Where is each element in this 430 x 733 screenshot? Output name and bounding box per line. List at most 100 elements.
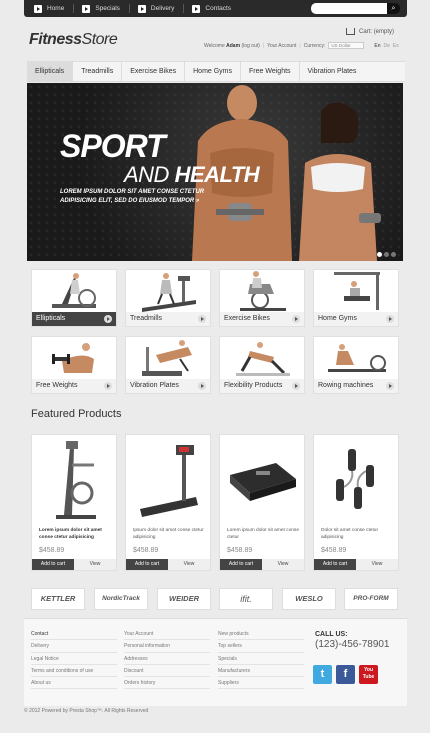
main-nav: Ellipticals Treadmills Exercise Bikes Ho… (27, 61, 405, 82)
lang-en[interactable]: En (374, 43, 380, 49)
brand-ifit[interactable]: ifit. (219, 588, 273, 610)
category-rowing-machines[interactable]: Rowing machines (313, 336, 399, 394)
home-gym-image (334, 272, 380, 310)
footer-link[interactable]: Terms and conditions of use (31, 665, 117, 678)
product-actions: Add to cart View (126, 559, 210, 570)
slider-dot[interactable] (384, 252, 389, 257)
product-description: Ipsum dolor sit amet conse ctetur adipis… (133, 528, 204, 540)
welcome-text: Welcome (204, 42, 225, 49)
brand-kettler[interactable]: KETTLER (31, 588, 85, 610)
view-button[interactable]: View (262, 559, 304, 570)
banner-subtitle[interactable]: LOREM IPSUM DOLOR SIT AMET CONSE CTETUR … (60, 188, 235, 206)
language-selector[interactable]: En De Es (374, 43, 401, 49)
search-input[interactable]: ⌕ (311, 3, 400, 14)
category-treadmills[interactable]: Treadmills (125, 269, 211, 327)
brand-weslo[interactable]: WESLO (282, 588, 336, 610)
banner-title-2: AND HEALTH (124, 162, 260, 188)
brand-nordictrack[interactable]: NordicTrack (94, 588, 148, 610)
product-card[interactable]: Lorem ipsum dolor sit amet conse ctetur … (219, 434, 305, 571)
phone-number: (123)-456-78901 (315, 639, 390, 650)
view-button[interactable]: View (356, 559, 398, 570)
footer-link[interactable]: New products (218, 628, 304, 641)
lang-de[interactable]: De (384, 43, 390, 49)
brand-proform[interactable]: PRO-FORM (344, 588, 398, 610)
logo-part2: Store (81, 31, 118, 48)
slider-dot[interactable] (377, 252, 382, 257)
footer-link[interactable]: Specials (218, 653, 304, 665)
cart-button[interactable]: Cart: (empty) (346, 28, 394, 35)
cart-label: Cart: (359, 28, 373, 35)
product-card[interactable]: Lorem ipsum dolor sit amet conse ctetur … (31, 434, 117, 571)
topnav-specials[interactable]: Specials (82, 4, 130, 13)
category-free-weights[interactable]: Free Weights (31, 336, 117, 394)
product-card[interactable]: Ipsum dolor sit amet conse ctetur adipis… (125, 434, 211, 571)
product-description: Lorem ipsum dolor sit amet conse ctetur … (39, 528, 102, 540)
banner-title-2-bold: HEALTH (174, 162, 260, 187)
copyright: © 2012 Powered by Presta Shop™. All Righ… (24, 708, 149, 714)
flexibility-image (236, 342, 290, 376)
product-actions: Add to cart View (220, 559, 304, 570)
nav-vibration-plates[interactable]: Vibration Plates (300, 62, 365, 81)
category-ellipticals[interactable]: Ellipticals (31, 269, 117, 327)
topnav-label: Delivery (150, 5, 175, 12)
youtube-glyph: You Tube (362, 667, 375, 680)
category-vibration-plates[interactable]: Vibration Plates (125, 336, 211, 394)
add-to-cart-button[interactable]: Add to cart (220, 559, 262, 570)
account-link[interactable]: Your Account (267, 43, 296, 49)
product-description: Dolor sit amet conse ctetur adipisicing (321, 528, 379, 540)
brand-weider[interactable]: WEIDER (157, 588, 211, 610)
hero-banner[interactable]: SPORT AND HEALTH LOREM IPSUM DOLOR SIT A… (27, 83, 403, 261)
footer-link[interactable]: Delivery (31, 640, 117, 653)
footer-link[interactable]: About us (31, 677, 117, 690)
nav-exercise-bikes[interactable]: Exercise Bikes (122, 62, 186, 81)
category-exercise-bikes[interactable]: Exercise Bikes (219, 269, 305, 327)
topnav-delivery[interactable]: Delivery (137, 4, 185, 13)
topnav-home[interactable]: Home (34, 4, 75, 13)
footer-link[interactable]: Discount (124, 665, 210, 678)
arrow-icon (34, 4, 42, 13)
add-to-cart-button[interactable]: Add to cart (314, 559, 356, 570)
currency-select[interactable]: US Dollar (328, 42, 365, 49)
arrow-icon (137, 4, 146, 13)
youtube-icon[interactable]: You Tube (359, 665, 378, 684)
nav-treadmills[interactable]: Treadmills (73, 62, 123, 81)
search-button[interactable]: ⌕ (387, 3, 400, 14)
add-to-cart-button[interactable]: Add to cart (126, 559, 168, 570)
view-button[interactable]: View (74, 559, 116, 570)
product-card[interactable]: Dolor sit amet conse ctetur adipisicing … (313, 434, 399, 571)
nav-ellipticals[interactable]: Ellipticals (27, 62, 74, 81)
rowing-machine-image (328, 344, 386, 372)
nav-home-gyms[interactable]: Home Gyms (185, 62, 242, 81)
footer-col-account: Your Account Personal information Addres… (124, 628, 210, 690)
topnav-contacts[interactable]: Contacts (192, 4, 240, 13)
footer-link[interactable]: Personal information (124, 640, 210, 653)
arrow-icon (82, 4, 91, 13)
twitter-glyph: t (320, 668, 325, 680)
footer-link[interactable]: Your Account (124, 628, 210, 641)
exercise-bike-image (240, 271, 286, 311)
footer-link[interactable]: Manufacturers (218, 665, 304, 678)
arrow-right-icon (198, 315, 206, 323)
facebook-icon[interactable]: f (336, 665, 355, 684)
logout-link[interactable]: (log out) (241, 43, 259, 49)
footer-link[interactable]: Suppliers (218, 677, 304, 690)
lang-es[interactable]: Es (393, 43, 399, 49)
slider-dot[interactable] (391, 252, 396, 257)
category-flexibility-products[interactable]: Flexibility Products (219, 336, 305, 394)
logo[interactable]: FitnessStore (29, 31, 118, 49)
view-button[interactable]: View (168, 559, 210, 570)
twitter-icon[interactable]: t (313, 665, 332, 684)
footer-link[interactable]: Orders history (124, 677, 210, 690)
add-to-cart-button[interactable]: Add to cart (32, 559, 74, 570)
facebook-glyph: f (343, 668, 348, 680)
footer-link[interactable]: Legal Notice (31, 653, 117, 665)
product-image (230, 463, 296, 501)
slider-dots (377, 252, 398, 257)
nav-free-weights[interactable]: Free Weights (241, 62, 300, 81)
category-home-gyms[interactable]: Home Gyms (313, 269, 399, 327)
footer-link[interactable]: Addresses (124, 653, 210, 665)
footer-col-info: Contact Delivery Legal Notice Terms and … (31, 628, 117, 690)
footer-link[interactable]: Top sellers (218, 640, 304, 653)
footer-link[interactable]: Contact (31, 628, 117, 641)
free-weights-image (52, 343, 94, 373)
